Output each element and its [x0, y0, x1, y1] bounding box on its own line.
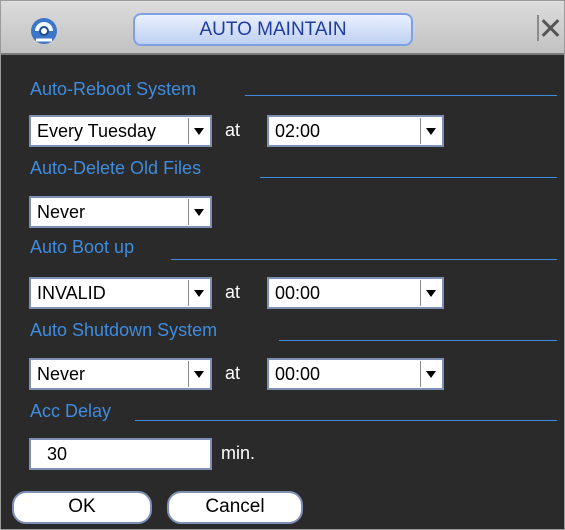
section-divider	[279, 340, 557, 341]
section-auto-boot-up: Auto Boot up	[30, 237, 135, 257]
window-title: AUTO MAINTAIN	[133, 13, 413, 46]
section-acc-delay: Acc Delay	[30, 401, 112, 421]
cancel-button[interactable]: Cancel	[167, 491, 303, 524]
ok-button[interactable]: OK	[12, 491, 152, 524]
acc-delay-unit: min.	[221, 443, 256, 463]
reboot-time-select[interactable]: 02:00	[267, 115, 444, 147]
delete-old-files-value: Never	[37, 202, 86, 222]
reboot-time-value: 02:00	[275, 121, 321, 141]
chevron-down-icon[interactable]	[188, 361, 209, 387]
section-divider	[135, 420, 557, 421]
boot-up-select[interactable]: INVALID	[29, 277, 212, 309]
shutdown-time-value: 00:00	[275, 364, 321, 384]
acc-delay-value: 30	[47, 444, 68, 464]
shutdown-select[interactable]: Never	[29, 358, 212, 390]
chevron-down-icon[interactable]	[420, 361, 441, 387]
chevron-down-icon[interactable]	[188, 280, 209, 306]
section-auto-shutdown: Auto Shutdown System	[30, 320, 218, 340]
chevron-down-icon[interactable]	[188, 199, 209, 225]
section-divider	[171, 259, 557, 260]
chevron-down-icon[interactable]	[420, 280, 441, 306]
reboot-at-label: at	[225, 120, 241, 140]
boot-up-time-select[interactable]: 00:00	[267, 277, 444, 309]
reboot-day-select[interactable]: Every Tuesday	[29, 115, 212, 147]
section-auto-reboot: Auto-Reboot System	[30, 79, 197, 99]
reboot-day-value: Every Tuesday	[37, 121, 157, 141]
boot-up-at-label: at	[225, 282, 241, 302]
gear-icon	[31, 18, 57, 44]
boot-up-value: INVALID	[37, 283, 106, 303]
boot-up-time-value: 00:00	[275, 283, 321, 303]
section-auto-delete: Auto-Delete Old Files	[30, 158, 202, 178]
section-divider	[245, 95, 557, 96]
shutdown-at-label: at	[225, 363, 241, 383]
auto-maintain-dialog: AUTO MAINTAIN Auto-Reboot System Every T…	[0, 0, 565, 530]
delete-old-files-select[interactable]: Never	[29, 196, 212, 228]
chevron-down-icon[interactable]	[420, 118, 441, 144]
close-icon[interactable]	[537, 15, 563, 41]
section-divider	[260, 177, 557, 178]
shutdown-value: Never	[37, 364, 86, 384]
acc-delay-input[interactable]: 30	[29, 438, 212, 470]
title-bar[interactable]: AUTO MAINTAIN	[1, 1, 564, 55]
chevron-down-icon[interactable]	[188, 118, 209, 144]
shutdown-time-select[interactable]: 00:00	[267, 358, 444, 390]
